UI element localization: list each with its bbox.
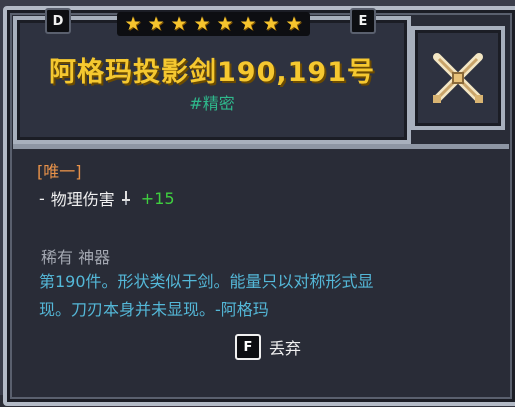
star-icon: ★ [239, 13, 257, 35]
drop-label[interactable]: 丢弃 [269, 335, 301, 359]
star-icon: ★ [216, 13, 234, 35]
header-divider [13, 144, 509, 149]
key-f-badge[interactable]: F [235, 334, 261, 360]
item-tooltip-card: D ★ ★ ★ ★ ★ ★ ★ ★ E 阿格玛投影剑190,191号 #精密 [… [3, 6, 515, 406]
star-icon: ★ [262, 13, 280, 35]
item-header: D ★ ★ ★ ★ ★ ★ ★ ★ E 阿格玛投影剑190,191号 #精密 [13, 8, 411, 144]
item-description: 第190件。形状类似于剑。能量只以对称形式显 现。刀刃本身并未显现。-阿格玛 [39, 268, 489, 324]
item-icon-frame [411, 26, 505, 130]
key-e-badge[interactable]: E [350, 8, 376, 34]
stat-value: +15 [140, 188, 175, 208]
star-icon: ★ [193, 13, 211, 35]
star-icon: ★ [124, 13, 142, 35]
description-line: 现。刀刃本身并未显现。-阿格玛 [39, 300, 269, 319]
sword-mini-icon [121, 191, 130, 205]
unique-label: [唯一] [37, 162, 82, 181]
star-icon: ★ [147, 13, 165, 35]
description-line: 第190件。形状类似于剑。能量只以对称形式显 [39, 272, 374, 291]
drop-action[interactable]: F 丢弃 [235, 334, 301, 360]
star-icon: ★ [285, 13, 303, 35]
star-icon: ★ [170, 13, 188, 35]
item-title: 阿格玛投影剑190,191号 [49, 57, 375, 88]
rarity-label: 稀有 神器 [41, 248, 111, 267]
crossed-swords-icon [433, 53, 483, 103]
stat-prefix: - [39, 188, 45, 208]
stat-physical-damage: - 物理伤害 +15 [39, 186, 175, 210]
star-rating: ★ ★ ★ ★ ★ ★ ★ ★ [117, 12, 310, 36]
stat-name: 物理伤害 [50, 190, 115, 209]
key-d-badge[interactable]: D [45, 8, 71, 34]
item-tag: #精密 [189, 94, 235, 113]
